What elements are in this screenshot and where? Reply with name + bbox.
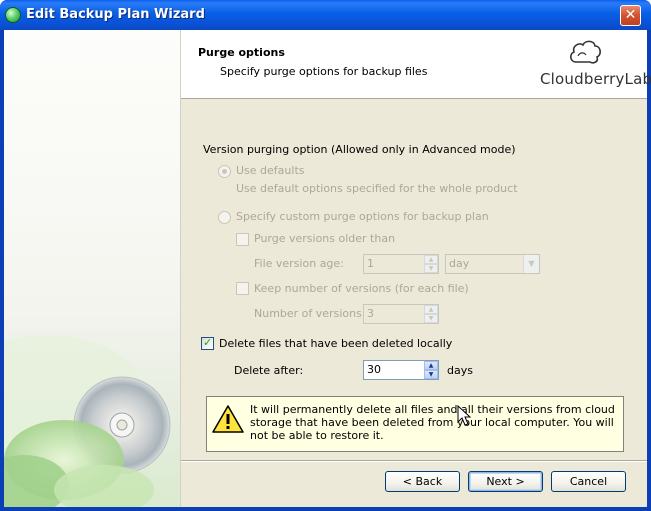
back-button[interactable]: < Back [385,471,460,492]
file-version-age-input[interactable]: 1 ▲ ▼ [363,254,439,274]
delete-after-unit: days [447,364,473,377]
wizard-header: Purge options Specify purge options for … [181,30,651,99]
purge-older-checkbox[interactable] [236,233,249,246]
cancel-button[interactable]: Cancel [551,471,626,492]
arrow-down-icon[interactable]: ▼ [424,314,438,323]
warning-box: It will permanently delete all files and… [206,396,624,452]
checkmark-icon: ✓ [203,336,213,349]
custom-purge-label: Specify custom purge options for backup … [236,210,489,223]
arrow-up-icon[interactable]: ▲ [424,305,438,314]
age-unit-value: day [449,257,470,270]
warning-icon [212,405,244,433]
side-banner [4,30,181,507]
delete-after-spinner[interactable]: ▲ ▼ [424,361,438,379]
use-defaults-label: Use defaults [236,164,305,177]
number-of-versions-label: Number of versions: [254,307,366,320]
brand-logo-text: CloudberryLab [540,70,651,88]
delete-local-checkbox[interactable]: ✓ [201,336,214,350]
version-purging-label: Version purging option (Allowed only in … [203,143,516,156]
number-of-versions-value: 3 [367,307,374,320]
custom-purge-radio[interactable] [218,211,231,224]
delete-local-label: Delete files that have been deleted loca… [219,337,453,350]
page-subtitle: Specify purge options for backup files [220,65,428,78]
number-of-versions-spinner[interactable]: ▲ ▼ [424,305,438,323]
page-title: Purge options [198,46,285,59]
close-button[interactable]: ✕ [620,5,641,26]
delete-after-label: Delete after: [234,364,304,377]
wizard-window: Edit Backup Plan Wizard ✕ Purge options … [0,0,651,511]
arrow-up-icon[interactable]: ▲ [424,255,438,264]
keep-number-checkbox[interactable] [236,282,249,295]
title-bar[interactable]: Edit Backup Plan Wizard ✕ [0,0,651,30]
chevron-down-icon[interactable]: ▼ [523,255,539,273]
arrow-up-icon[interactable]: ▲ [424,361,438,370]
wizard-client-area: Purge options Specify purge options for … [4,30,651,507]
file-version-age-value: 1 [367,257,374,270]
footer-separator [181,460,647,462]
purge-options-panel: Version purging option (Allowed only in … [181,100,647,460]
age-unit-select[interactable]: day ▼ [445,254,540,274]
purge-older-label: Purge versions older than [254,232,396,245]
warning-text: It will permanently delete all files and… [250,403,615,442]
file-version-age-label: File version age: [254,257,344,270]
use-defaults-description: Use default options specified for the wh… [236,182,518,195]
cd-disc-illustration [4,335,171,507]
number-of-versions-input[interactable]: 3 ▲ ▼ [363,304,439,324]
delete-after-value: 30 [367,363,381,376]
file-version-age-spinner[interactable]: ▲ ▼ [424,255,438,273]
use-defaults-radio[interactable] [218,165,231,178]
mouse-pointer-icon [457,405,471,426]
app-icon [5,7,21,23]
keep-number-label: Keep number of versions (for each file) [254,282,469,295]
window-title: Edit Backup Plan Wizard [26,7,205,22]
next-button[interactable]: Next > [468,471,543,492]
arrow-down-icon[interactable]: ▼ [424,264,438,273]
close-icon: ✕ [624,7,637,23]
arrow-down-icon[interactable]: ▼ [424,370,438,379]
cloud-logo-icon [570,40,601,64]
delete-after-input[interactable]: 30 ▲ ▼ [363,360,439,380]
